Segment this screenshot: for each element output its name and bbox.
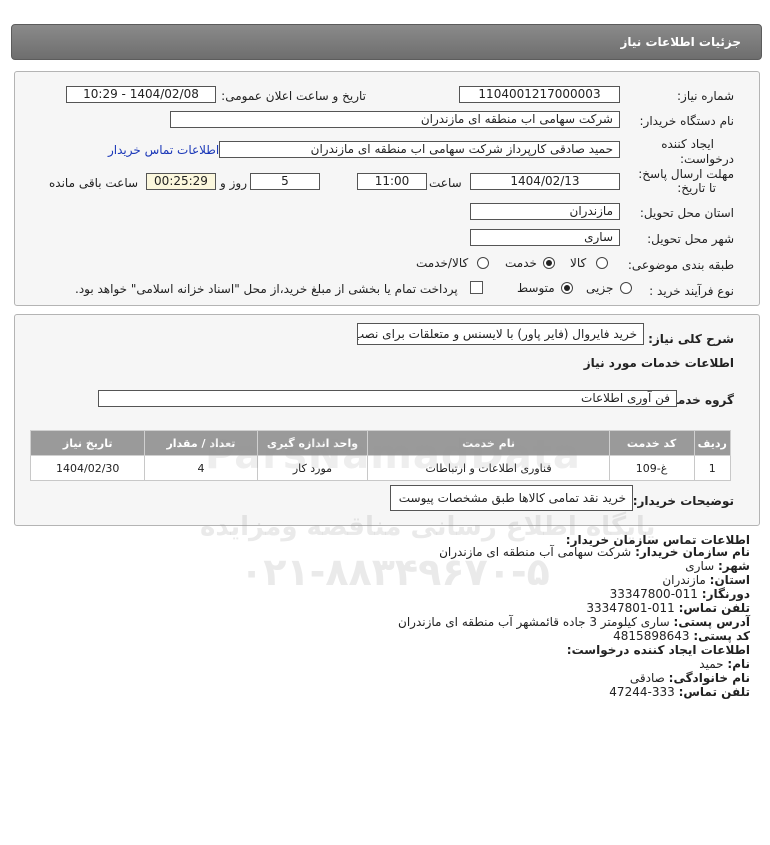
buyer-notes-label: توضیحات خریدار:	[632, 494, 734, 508]
treasury-payment-checkbox[interactable]	[470, 281, 483, 294]
buyer-org-label: نام دستگاه خریدار:	[639, 114, 735, 128]
table-row: 1 غ-109 فناوری اطلاعات و ارتباطات مورد ک…	[29, 455, 732, 481]
creator-family: نام خانوادگی: صادقی	[629, 671, 750, 685]
col-code-header: کد خدمت	[608, 430, 695, 456]
remaining-time-field: 00:25:29	[146, 173, 216, 190]
announce-label: تاریخ و ساعت اعلان عمومی:	[221, 89, 366, 103]
contact-postal-code: کد پستی: 4815898643	[613, 629, 750, 643]
category-goods-label: کالا	[570, 256, 587, 270]
page-header: جزئیات اطلاعات نیاز	[11, 24, 762, 60]
col-date-header: تاریخ نیاز	[29, 430, 146, 456]
deadline-time-field: 11:00	[357, 173, 427, 190]
need-number-label: شماره نیاز:	[677, 89, 734, 103]
need-number-field: 1104001217000003	[459, 86, 620, 103]
province-label: استان محل تحویل:	[639, 206, 734, 220]
row-number-cell: 1	[693, 455, 732, 481]
process-medium-label: متوسط	[517, 281, 555, 295]
creator-field: حمید صادقی کارپرداز شرکت سهامی اب منطقه …	[219, 141, 620, 158]
deadline-time-label: ساعت	[429, 176, 462, 190]
remaining-time-label: ساعت باقی مانده	[49, 176, 139, 190]
creator-label-line2: درخواست:	[680, 152, 734, 166]
col-qty-header: تعداد / مقدار	[144, 430, 258, 456]
days-field: 5	[250, 173, 320, 190]
process-minor-label: جزیی	[586, 281, 614, 295]
creator-name: نام: حمید	[699, 657, 750, 671]
contact-phone: تلفن تماس: 011-33347801	[586, 601, 750, 615]
creator-label-line1: ایجاد کننده	[661, 137, 714, 151]
buyer-notes-field: خرید نقد تمامی کالاها طبق مشخصات پیوست	[390, 485, 633, 511]
table-header-row: ردیف کد خدمت نام خدمت واحد اندازه گیری ت…	[29, 430, 732, 456]
services-table: ردیف کد خدمت نام خدمت واحد اندازه گیری ت…	[29, 430, 732, 481]
deadline-label-line1: مهلت ارسال پاسخ:	[638, 167, 734, 181]
contact-city: شهر: ساری	[685, 559, 750, 573]
contact-org: نام سازمان خریدار: شرکت سهامی آب منطقه ا…	[439, 545, 750, 559]
quantity-cell: 4	[144, 455, 258, 481]
category-goods-service-radio[interactable]	[477, 257, 489, 269]
category-service-label: خدمت	[505, 256, 537, 270]
buyer-org-field: شرکت سهامی اب منطقه ای مازندران	[170, 111, 620, 128]
process-minor-radio[interactable]	[620, 282, 632, 294]
services-heading: اطلاعات خدمات مورد نیاز	[583, 356, 734, 370]
category-service-radio[interactable]	[543, 257, 555, 269]
city-field: ساری	[470, 229, 620, 246]
contact-province: استان: مازندران	[662, 573, 750, 587]
category-goods-service-label: کالا/خدمت	[416, 256, 469, 270]
need-date-cell: 1404/02/30	[29, 455, 146, 481]
category-goods-radio[interactable]	[596, 257, 608, 269]
creator-heading: اطلاعات ایجاد کننده درخواست:	[566, 643, 750, 657]
summary-field: خرید فایروال (فایر پاور) با لایسنس و متع…	[357, 323, 644, 345]
treasury-payment-note: پرداخت تمام یا بخشی از مبلغ خرید،از محل …	[75, 282, 458, 296]
page-title: جزئیات اطلاعات نیاز	[620, 35, 741, 49]
service-code-cell: غ-109	[608, 455, 695, 481]
days-label: روز و	[220, 176, 247, 190]
city-label: شهر محل تحویل:	[647, 232, 734, 246]
announce-datetime-field: 1404/02/08 - 10:29	[66, 86, 216, 103]
buyer-contact-link[interactable]: اطلاعات تماس خریدار	[108, 143, 219, 157]
process-label: نوع فرآیند خرید :	[649, 284, 734, 298]
deadline-label-line2: تا تاریخ:	[677, 181, 716, 195]
service-group-field: فن آوری اطلاعات	[98, 390, 677, 407]
summary-label: شرح کلی نیاز:	[648, 332, 734, 346]
unit-cell: مورد کار	[256, 455, 369, 481]
province-field: مازندران	[470, 203, 620, 220]
contact-fax: دورنگار: 011-33347800	[609, 587, 750, 601]
process-medium-radio[interactable]	[561, 282, 573, 294]
deadline-date-field: 1404/02/13	[470, 173, 620, 190]
category-label: طبقه بندی موضوعی:	[627, 258, 734, 272]
contact-address: آدرس پستی: ساری کیلومتر 3 جاده قائمشهر آ…	[398, 615, 750, 629]
col-unit-header: واحد اندازه گیری	[256, 430, 369, 456]
creator-phone: تلفن تماس: 333-47244	[609, 685, 750, 699]
col-row-header: ردیف	[693, 430, 732, 456]
service-name-cell: فناوری اطلاعات و ارتباطات	[367, 455, 610, 481]
col-name-header: نام خدمت	[367, 430, 610, 456]
